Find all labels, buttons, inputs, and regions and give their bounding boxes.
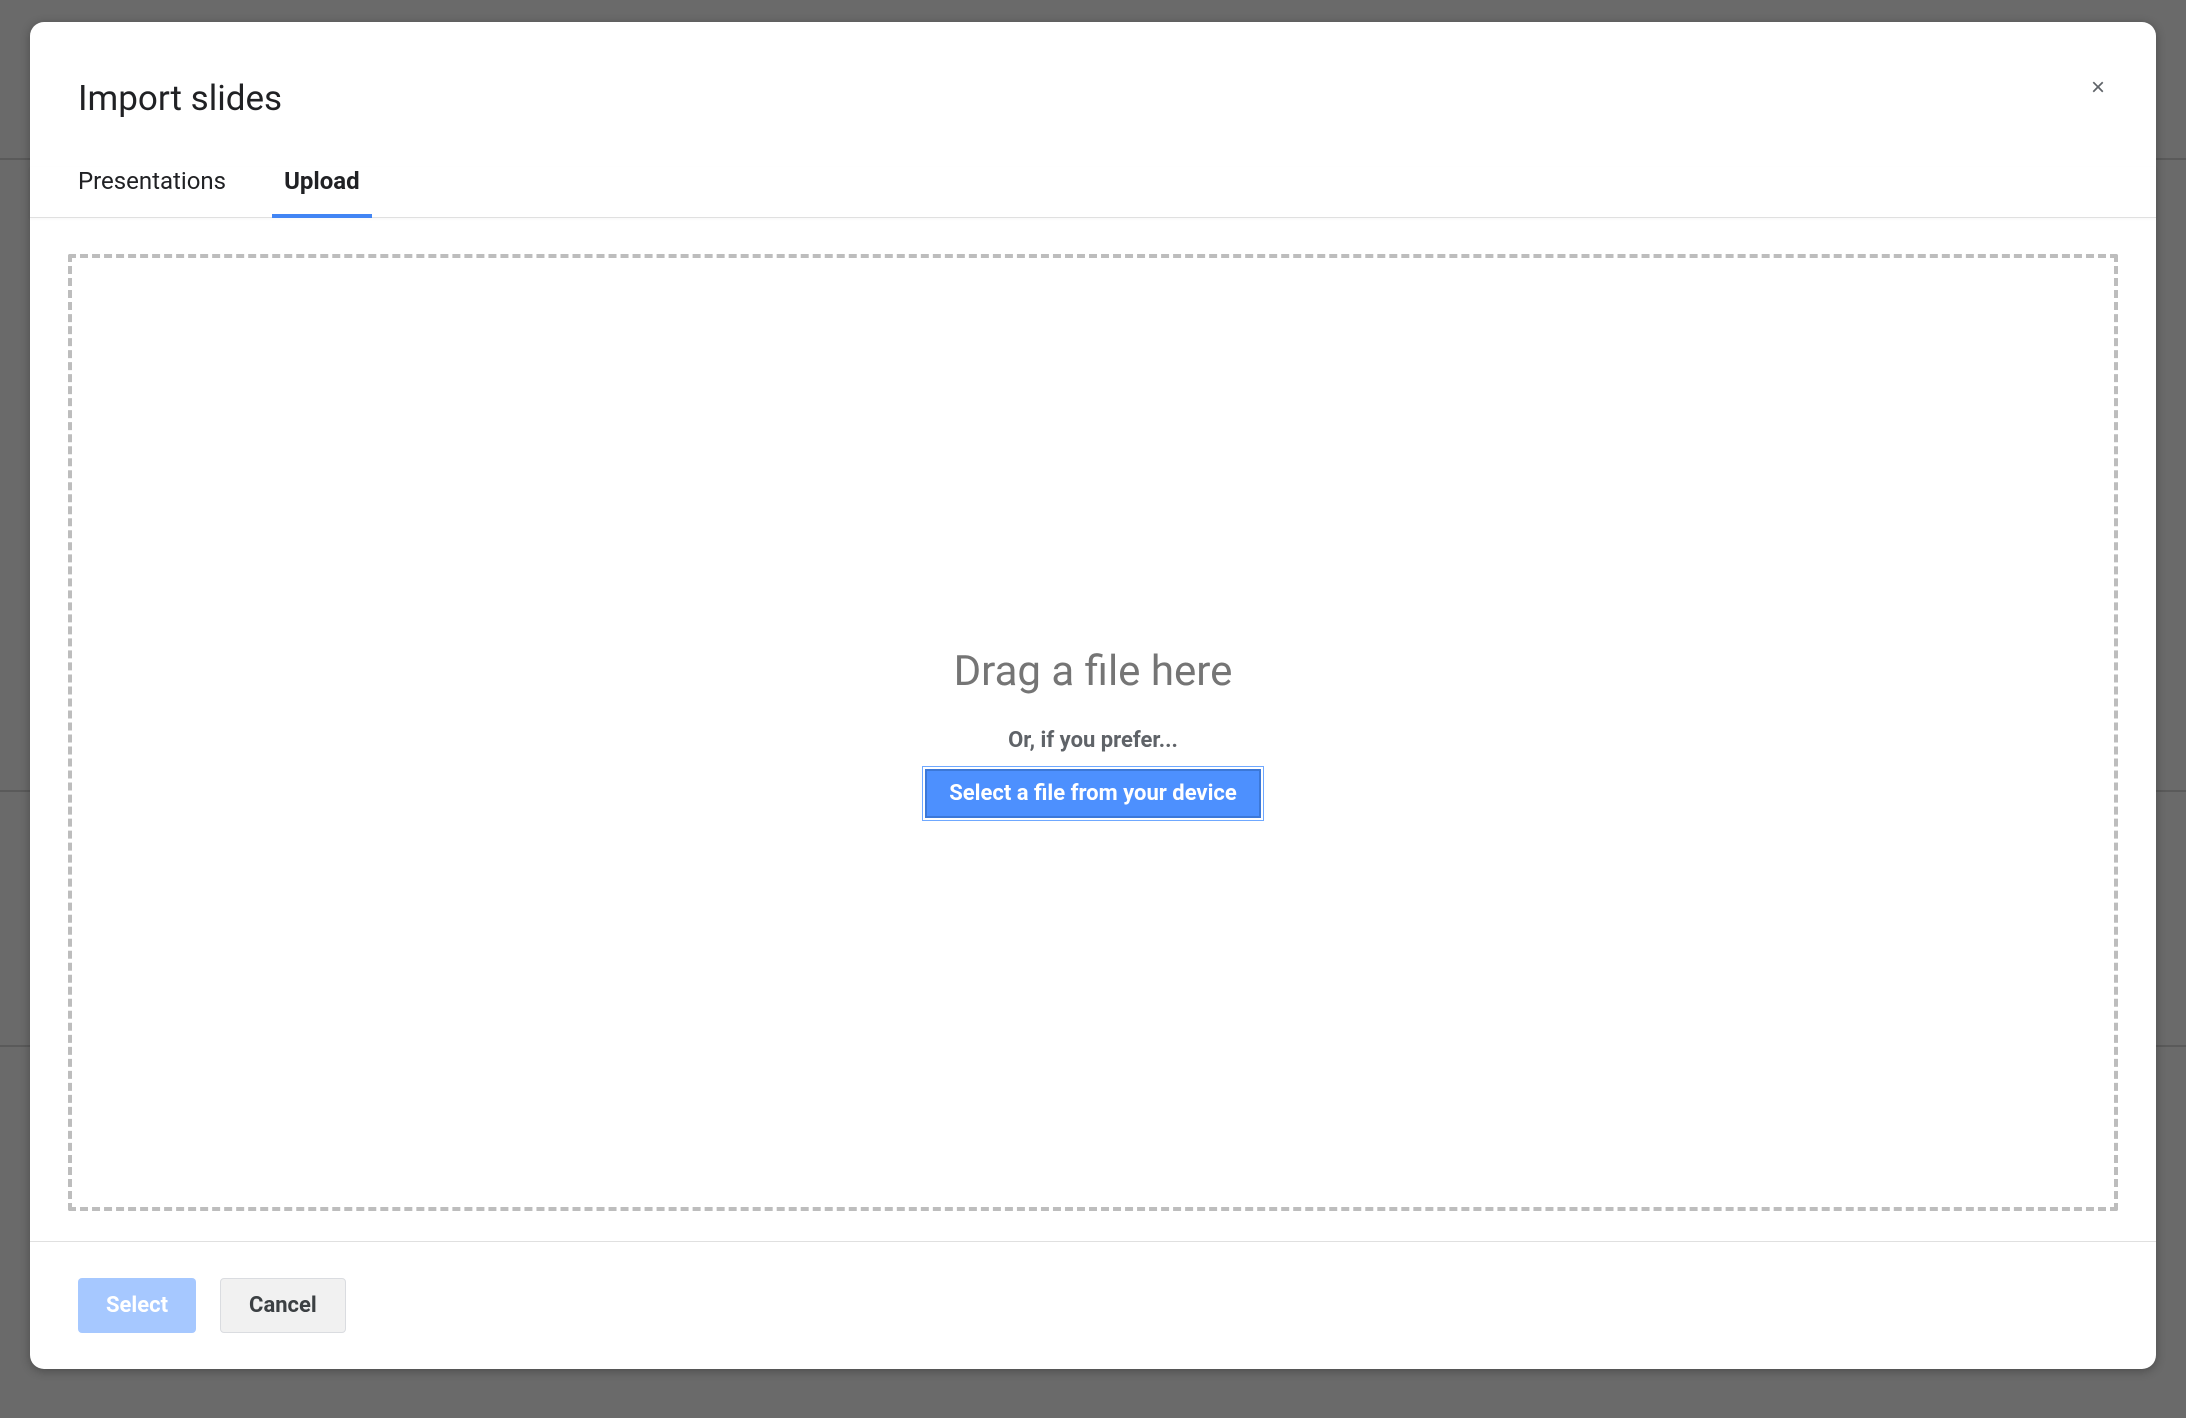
dialog-footer: Select Cancel: [30, 1241, 2156, 1369]
dialog-title: Import slides: [78, 78, 2108, 119]
cancel-button[interactable]: Cancel: [220, 1278, 346, 1333]
close-button[interactable]: ×: [2078, 68, 2118, 108]
tab-presentations[interactable]: Presentations: [78, 167, 226, 217]
drag-instruction-text: Drag a file here: [954, 647, 1233, 696]
dialog-header: Import slides ×: [30, 22, 2156, 167]
select-file-button[interactable]: Select a file from your device: [925, 769, 1260, 818]
import-slides-dialog: Import slides × Presentations Upload Dra…: [30, 22, 2156, 1369]
alternative-text: Or, if you prefer...: [1008, 728, 1178, 753]
tab-upload[interactable]: Upload: [284, 167, 360, 217]
tabs-container: Presentations Upload: [30, 167, 2156, 218]
file-dropzone[interactable]: Drag a file here Or, if you prefer... Se…: [68, 254, 2118, 1211]
content-area: Drag a file here Or, if you prefer... Se…: [30, 218, 2156, 1241]
close-icon: ×: [2091, 74, 2105, 102]
select-button[interactable]: Select: [78, 1278, 196, 1333]
